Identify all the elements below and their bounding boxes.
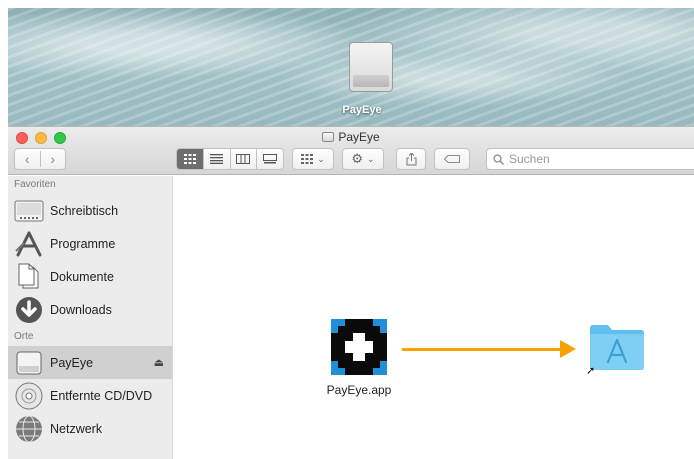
disc-icon: [14, 382, 44, 410]
sidebar-item-dokumente[interactable]: Dokumente: [8, 260, 172, 293]
sidebar-item-label: Dokumente: [50, 269, 114, 284]
gallery-view-icon: [263, 154, 278, 164]
forward-button[interactable]: ›: [39, 151, 66, 167]
sidebar-item-programme[interactable]: Programme: [8, 227, 172, 260]
list-view-icon: [210, 154, 224, 164]
desktop-drive-icon[interactable]: [347, 42, 395, 92]
icon-view-button[interactable]: [177, 149, 203, 169]
sidebar-item-label: Schreibtisch: [50, 203, 119, 218]
column-view-button[interactable]: [229, 149, 257, 169]
downloads-icon: [14, 296, 44, 324]
search-field[interactable]: Suchen: [486, 148, 694, 170]
desktop-drive-label: PayEye: [342, 104, 382, 116]
sidebar-heading-places: Orte: [14, 331, 34, 342]
desktop-icon: [14, 197, 44, 225]
payeye-app-label: PayEye.app: [326, 383, 392, 397]
sidebar-item-entfernte-cd-dvd[interactable]: Entfernte CD/DVD: [8, 379, 172, 412]
arrange-button[interactable]: ⌄: [292, 148, 334, 170]
list-view-button[interactable]: [202, 149, 230, 169]
window-title: PayEye: [8, 130, 694, 144]
documents-icon: [14, 263, 44, 291]
navigation-buttons: ‹ ›: [14, 148, 66, 170]
tag-icon: [444, 155, 460, 163]
tag-button[interactable]: [434, 148, 470, 170]
icon-view-icon: [183, 154, 196, 164]
alias-arrow-icon: ➚: [586, 365, 596, 377]
arrange-icon: [301, 154, 314, 164]
titlebar: PayEye ‹ › ⌄ ⚙ ⌄ Suchen: [8, 127, 694, 175]
search-input[interactable]: Suchen: [509, 152, 550, 166]
window-title-text: PayEye: [338, 130, 380, 144]
sidebar-item-label: Programme: [50, 236, 116, 251]
sidebar-item-label: PayEye: [50, 355, 94, 370]
title-drive-icon: [322, 132, 335, 142]
applications-icon: [14, 230, 44, 258]
sidebar-item-schreibtisch[interactable]: Schreibtisch: [8, 194, 172, 227]
chevron-down-icon: ⌄: [317, 153, 325, 164]
drag-arrow-head: [560, 340, 576, 358]
sidebar-item-downloads[interactable]: Downloads: [8, 293, 172, 326]
share-button[interactable]: [396, 148, 426, 170]
sidebar-item-label: Netzwerk: [50, 421, 103, 436]
drag-arrow-line: [402, 348, 562, 351]
drive-icon: [14, 349, 44, 377]
sidebar-item-label: Downloads: [50, 302, 112, 317]
search-icon: [493, 153, 504, 165]
share-icon: [406, 152, 416, 165]
chevron-down-icon: ⌄: [367, 153, 375, 164]
action-button[interactable]: ⚙ ⌄: [342, 148, 384, 170]
gear-icon: ⚙: [351, 151, 364, 166]
applications-folder-alias-icon[interactable]: [588, 322, 646, 372]
sidebar-item-payeye[interactable]: PayEye ⏏: [8, 346, 172, 379]
column-view-icon: [236, 154, 251, 164]
finder-window: PayEye ‹ › ⌄ ⚙ ⌄ Suchen Favoriten Schrei…: [8, 126, 694, 459]
sidebar: Favoriten Schreibtisch Programme Dokumen…: [8, 176, 173, 459]
network-icon: [14, 415, 44, 443]
back-button[interactable]: ‹: [15, 151, 40, 167]
eject-icon[interactable]: ⏏: [154, 356, 164, 369]
gallery-view-button[interactable]: [256, 149, 283, 169]
sidebar-item-netzwerk[interactable]: Netzwerk: [8, 412, 172, 445]
content-area: PayEye.app ➚: [174, 176, 694, 459]
payeye-app-icon[interactable]: [331, 319, 387, 375]
sidebar-heading-favorites: Favoriten: [14, 179, 56, 190]
view-mode-buttons: [176, 148, 284, 170]
sidebar-item-label: Entfernte CD/DVD: [50, 388, 153, 403]
